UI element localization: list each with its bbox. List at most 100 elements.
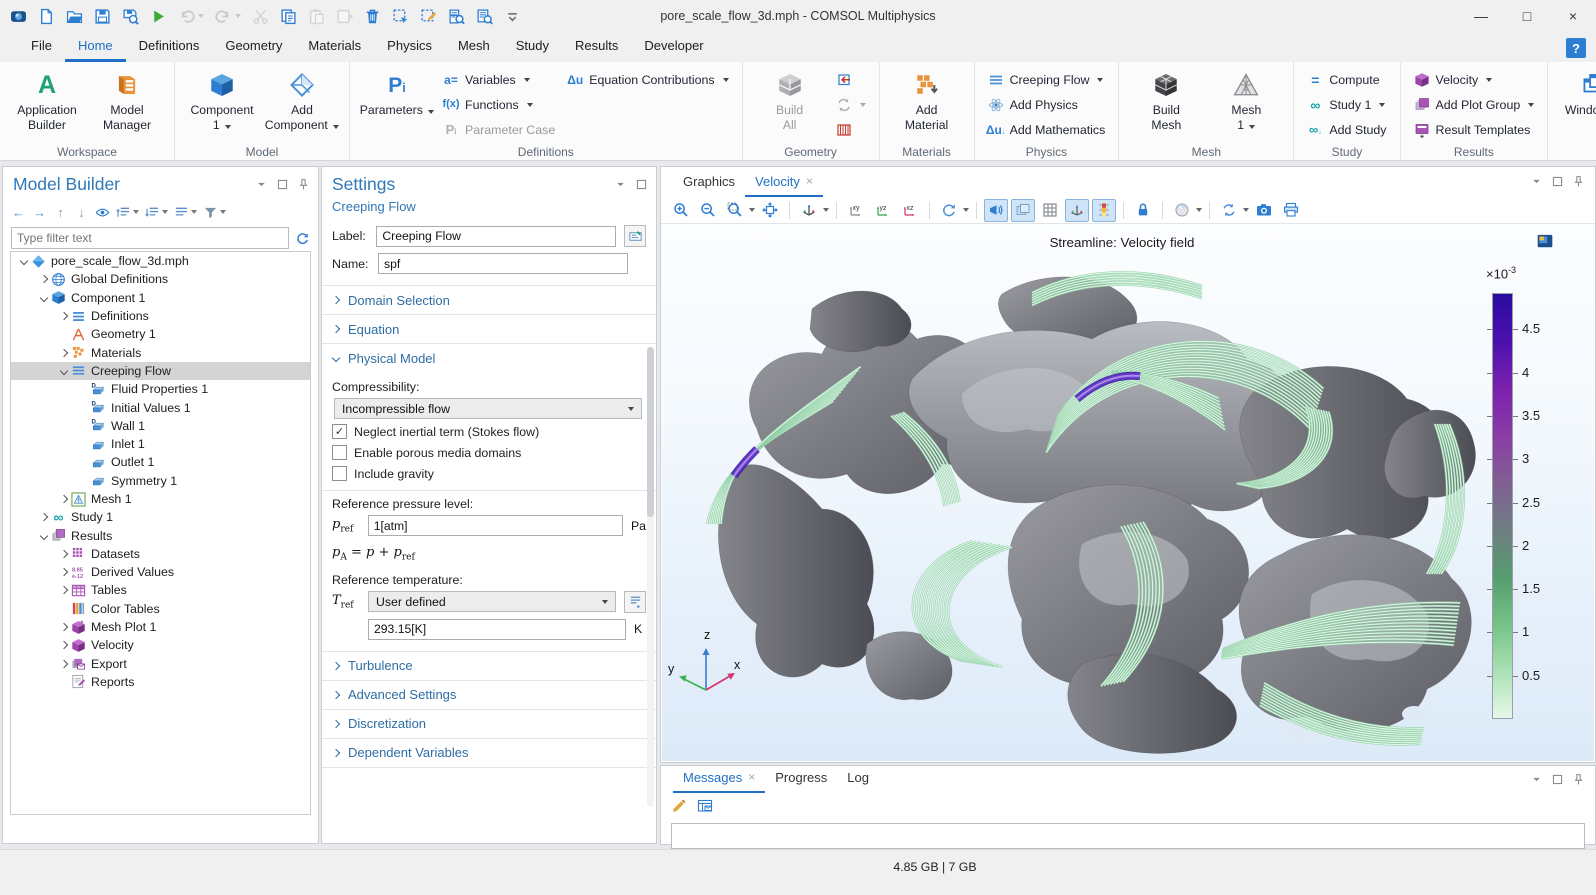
collapse-all-button[interactable] <box>145 205 168 220</box>
streamline-plot[interactable] <box>662 224 1594 761</box>
result-templates-button[interactable]: Result Templates <box>1409 117 1540 142</box>
tree-item-initial-values-1[interactable]: DInitial Values 1 <box>11 398 310 416</box>
menu-tab-home[interactable]: Home <box>65 32 126 62</box>
move-up-button[interactable]: ↑ <box>53 205 68 220</box>
model-manager-button[interactable]: ModelManager <box>88 67 166 134</box>
build-mesh-button[interactable]: BuildMesh <box>1127 67 1205 134</box>
tree-item-materials[interactable]: Materials <box>11 343 310 361</box>
new-file-button[interactable] <box>36 6 57 27</box>
tree-expanded-chevron[interactable] <box>37 291 50 304</box>
menu-tab-mesh[interactable]: Mesh <box>445 32 503 62</box>
clear-selection-button[interactable] <box>418 6 439 27</box>
scene-light-button[interactable] <box>984 199 1008 222</box>
tree-item-symmetry-1[interactable]: Symmetry 1 <box>11 472 310 490</box>
tree-item-definitions[interactable]: Definitions <box>11 307 310 325</box>
open-file-button[interactable] <box>64 6 85 27</box>
study-1-button[interactable]: ∞Study 1 <box>1302 92 1391 117</box>
tree-item-derived-values[interactable]: 8.85e-12Derived Values <box>11 563 310 581</box>
tree-collapsed-chevron[interactable] <box>57 310 70 323</box>
default-view-button[interactable] <box>797 199 829 222</box>
move-down-button[interactable]: ↓ <box>74 205 89 220</box>
tab-close-icon[interactable]: × <box>806 174 813 188</box>
filter-funnel-button[interactable] <box>203 205 226 220</box>
panel-collapse-icon[interactable] <box>1530 773 1543 786</box>
refresh-icon[interactable] <box>295 231 310 246</box>
axis-orientation-button[interactable] <box>1065 199 1089 222</box>
tree-collapsed-chevron[interactable] <box>57 547 70 560</box>
section-discretization[interactable]: Discretization <box>322 709 656 738</box>
panel-collapse-icon[interactable] <box>1530 175 1543 188</box>
tree-item-results[interactable]: Results <box>11 526 310 544</box>
tree-collapsed-chevron[interactable] <box>57 584 70 597</box>
zoom-out-button[interactable] <box>696 199 720 222</box>
view-lock-button[interactable] <box>1131 199 1155 222</box>
close-button[interactable]: × <box>1550 0 1596 32</box>
tree-item-reports[interactable]: Reports <box>11 673 310 691</box>
graphics-canvas[interactable]: Streamline: Velocity field ×10-3 4.543.5… <box>662 224 1594 761</box>
paste-ref-button[interactable] <box>334 6 355 27</box>
zoom-extents-button[interactable] <box>758 199 782 222</box>
rotate-view-button[interactable] <box>937 199 969 222</box>
tree-item-inlet-1[interactable]: Inlet 1 <box>11 435 310 453</box>
messages-output[interactable] <box>671 823 1585 849</box>
section-physical-model[interactable]: Physical Model <box>322 343 656 372</box>
menu-tab-file[interactable]: File <box>18 32 65 62</box>
go-to-source-button[interactable] <box>624 591 646 613</box>
build-all-button[interactable]: BuildAll <box>751 67 829 134</box>
nav-forward-button[interactable]: → <box>32 205 47 220</box>
virtual-ops-button[interactable] <box>831 117 871 142</box>
tree-item-wall-1[interactable]: DWall 1 <box>11 417 310 435</box>
tree-item-pore-scale-flow-3d-mph[interactable]: pore_scale_flow_3d.mph <box>11 252 310 270</box>
tree-item-study-1[interactable]: ∞Study 1 <box>11 508 310 526</box>
tree-item-outlet-1[interactable]: Outlet 1 <box>11 453 310 471</box>
tree-item-global-definitions[interactable]: Global Definitions <box>11 270 310 288</box>
tree-collapsed-chevron[interactable] <box>57 346 70 359</box>
maximize-button[interactable]: □ <box>1504 0 1550 32</box>
tab-progress[interactable]: Progress <box>765 763 837 793</box>
filter-input[interactable] <box>11 227 289 249</box>
undo-button[interactable] <box>176 6 206 27</box>
grid-button[interactable] <box>1038 199 1062 222</box>
section-turbulence[interactable]: Turbulence <box>322 651 656 680</box>
parameter-case-button[interactable]: PiParameter Case <box>438 117 560 142</box>
panel-pin-icon[interactable] <box>297 178 310 191</box>
transparency-button[interactable] <box>1011 199 1035 222</box>
equation-contributions-button[interactable]: ΔuEquation Contributions <box>562 67 733 92</box>
menu-tab-developer[interactable]: Developer <box>631 32 716 62</box>
checkbox-neglect-inertial-term-stokes-flow-[interactable]: ✓Neglect inertial term (Stokes flow) <box>322 421 656 442</box>
environment-button[interactable] <box>1170 199 1202 222</box>
compressibility-dropdown[interactable]: Incompressible flow <box>334 398 642 419</box>
tree-collapsed-chevron[interactable] <box>57 639 70 652</box>
tree-item-mesh-1[interactable]: Mesh 1 <box>11 490 310 508</box>
tree-item-tables[interactable]: Tables <box>11 581 310 599</box>
tab-log[interactable]: Log <box>837 763 879 793</box>
tree-item-creeping-flow[interactable]: Creeping Flow <box>11 362 310 380</box>
tree-item-datasets[interactable]: Datasets <box>11 545 310 563</box>
view-yz-button[interactable]: yz <box>871 199 895 222</box>
delete-button[interactable] <box>362 6 383 27</box>
panel-float-icon[interactable] <box>1551 773 1564 786</box>
tree-item-color-tables[interactable]: Color Tables <box>11 600 310 618</box>
tree-collapsed-chevron[interactable] <box>57 657 70 670</box>
rebuild-button[interactable] <box>831 92 871 117</box>
name-field[interactable] <box>378 253 628 274</box>
add-physics-button[interactable]: Add Physics <box>983 92 1111 117</box>
tree-item-velocity[interactable]: Velocity <box>11 636 310 654</box>
panel-collapse-icon[interactable] <box>255 178 268 191</box>
section-equation[interactable]: Equation <box>322 314 656 343</box>
tab-close-icon[interactable]: × <box>748 770 755 784</box>
paste-button[interactable] <box>306 6 327 27</box>
view-xz-button[interactable]: xz <box>898 199 922 222</box>
preferences-search-button[interactable] <box>474 6 495 27</box>
creeping-flow-button[interactable]: Creeping Flow <box>983 67 1111 92</box>
qat-more-chevron-button[interactable] <box>502 6 523 27</box>
menu-tab-study[interactable]: Study <box>503 32 562 62</box>
minimize-button[interactable]: — <box>1458 0 1504 32</box>
tab-velocity[interactable]: Velocity × <box>745 167 823 197</box>
component-1-button[interactable]: Component1 <box>183 67 261 134</box>
show-button[interactable] <box>95 205 110 220</box>
scrollbar-thumb[interactable] <box>647 347 654 517</box>
tree-item-fluid-properties-1[interactable]: DFluid Properties 1 <box>11 380 310 398</box>
color-legend-button[interactable] <box>1092 199 1116 222</box>
add-material-button[interactable]: AddMaterial <box>888 67 966 134</box>
